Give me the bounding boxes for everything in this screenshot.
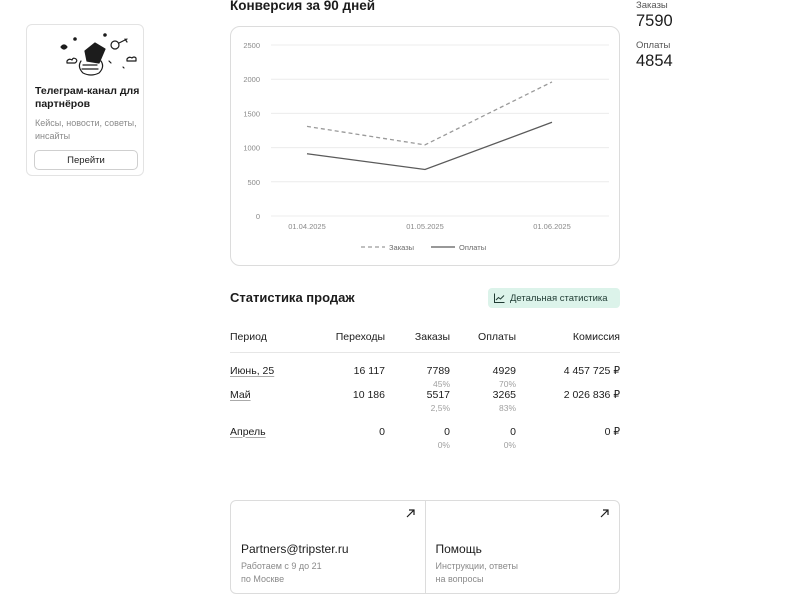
payments-pct: 0% [503, 439, 516, 450]
commission-cell: 0 ₽ [604, 425, 620, 438]
conversion-title: Конверсия за 90 дней [230, 0, 376, 13]
orders-pct: 45% [432, 379, 450, 389]
orders-summary-label: Заказы [636, 0, 668, 11]
promo-go-button[interactable]: Перейти [34, 150, 138, 170]
x-tick-label: 01.05.2025 [406, 222, 444, 231]
contact-cards: Partners@tripster.ru Работаем с 9 до 21 … [230, 500, 620, 594]
sales-stats-title: Статистика продаж [230, 290, 355, 305]
payments-pct: 83% [498, 403, 516, 413]
table-row: Июнь, 25 16 117 7789 45% 4929 70% 4 457 72… [230, 353, 620, 389]
table-row: Апрель 0 0 0% 0 0% 0 ₽ [230, 426, 620, 463]
table-row: Май 10 186 5517 2,5% 3265 83% 2 026 836 ₽ [230, 389, 620, 426]
y-tick-label: 1000 [243, 144, 260, 153]
payments-cell: 0 0% [450, 426, 516, 463]
payments-cell: 4929 70% [450, 353, 516, 389]
payments-value: 0 [510, 425, 516, 438]
payments-summary-label: Оплаты [636, 40, 671, 51]
col-period: Период [230, 322, 300, 353]
col-payments: Оплаты [450, 322, 516, 353]
commission-cell: 2 026 836 ₽ [563, 389, 620, 401]
commission-cell: 4 457 725 ₽ [563, 365, 620, 377]
visits-cell: 0 [379, 425, 385, 438]
detailed-stats-button[interactable]: Детальная статистика [488, 288, 620, 308]
subtitle-line: Инструкции, ответы [435, 561, 519, 571]
y-tick-label: 2500 [243, 41, 260, 50]
y-tick-label: 1500 [243, 109, 260, 118]
x-tick-label: 01.06.2025 [533, 222, 571, 231]
orders-pct: 2,5% [430, 403, 450, 413]
table-header-row: Период Переходы Заказы Оплаты Комиссия [230, 322, 620, 353]
email-contact-title: Partners@tripster.ru [241, 542, 349, 556]
orders-cell: 7789 45% [385, 353, 450, 389]
period-link-june[interactable]: Июнь, 25 [230, 365, 274, 377]
orders-pct: 0% [437, 439, 450, 450]
y-tick-label: 2000 [243, 75, 260, 84]
payments-value: 3265 [492, 389, 516, 401]
subtitle-line: Работаем с 9 до 21 [241, 561, 322, 571]
visits-cell: 16 117 [353, 365, 385, 377]
orders-cell: 0 0% [385, 426, 450, 463]
payments-cell: 3265 83% [450, 389, 516, 426]
payments-value: 4929 [492, 365, 516, 377]
series-line-payments [306, 121, 553, 171]
chart-trend-icon [494, 293, 505, 303]
conversion-chart-svg: 0 500 1000 1500 2000 2500 01.04.2025 01.05.2025… [243, 41, 609, 252]
sales-table: Период Переходы Заказы Оплаты Комиссия И… [230, 322, 620, 462]
payments-pct: 70% [498, 379, 516, 389]
email-contact-card[interactable]: Partners@tripster.ru Работаем с 9 до 21 … [231, 501, 425, 593]
external-link-arrow-icon [600, 509, 609, 518]
period-link-may[interactable]: Май [230, 389, 251, 401]
help-contact-title: Помощь [435, 542, 482, 556]
orders-value: 5517 [426, 389, 450, 401]
orders-summary-value: 7590 [636, 12, 673, 30]
external-link-arrow-icon [406, 509, 415, 518]
col-commission: Комиссия [516, 322, 620, 353]
detailed-stats-label: Детальная статистика [510, 292, 608, 304]
promo-description: Кейсы, новости, советы, инсайты [35, 118, 137, 141]
x-tick-label: 01.04.2025 [288, 222, 326, 231]
legend-label: Оплаты [459, 243, 486, 252]
subtitle-line: по Москве [241, 574, 285, 584]
legend-label: Заказы [389, 243, 414, 252]
orders-cell: 5517 2,5% [385, 389, 450, 426]
orders-value: 7789 [426, 365, 450, 377]
help-contact-card[interactable]: Помощь Инструкции, ответы на вопросы [424, 501, 620, 593]
conversion-chart: 0 500 1000 1500 2000 2500 01.04.2025 01.05.2025… [230, 26, 620, 266]
subtitle-line: на вопросы [435, 574, 484, 584]
col-orders: Заказы [385, 322, 450, 353]
col-visits: Переходы [300, 322, 385, 353]
telegram-promo-card: Телеграм-канал для партнёров Кейсы, ново… [26, 24, 144, 176]
payments-summary-value: 4854 [636, 52, 673, 70]
visits-cell: 10 186 [352, 389, 385, 401]
help-contact-subtitle: Инструкции, ответы на вопросы [436, 560, 606, 586]
orders-value: 0 [444, 425, 450, 438]
period-link-april[interactable]: Апрель [230, 426, 266, 438]
y-tick-label: 500 [247, 178, 260, 187]
telegram-illustration-icon [60, 33, 137, 76]
email-contact-subtitle: Работаем с 9 до 21 по Москве [241, 560, 411, 586]
promo-title: Телеграм-канал для партнёров [35, 85, 140, 110]
y-tick-label: 0 [256, 212, 260, 221]
